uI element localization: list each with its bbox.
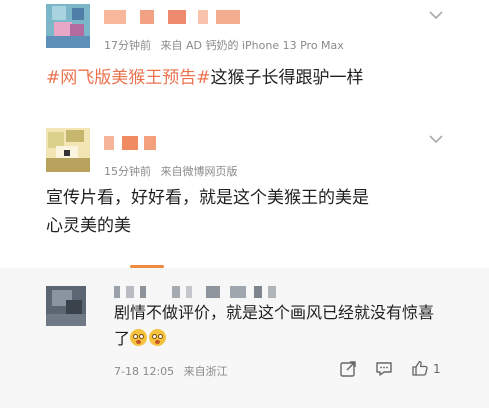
post-location: 来自浙江 bbox=[183, 365, 228, 378]
comment-icon[interactable] bbox=[375, 360, 393, 378]
chevron-down-icon[interactable] bbox=[428, 134, 444, 144]
post-text-line2: 心灵美的美 bbox=[46, 216, 131, 236]
post-time: 15分钟前 bbox=[104, 165, 151, 178]
post-3: 剧情不做评价，就是这个画风已经就没有惊喜 了 7-18 12:05 来自浙江 1 bbox=[0, 268, 489, 408]
post-text-rest: 这猴子长得跟驴一样 bbox=[210, 68, 364, 88]
post-2: 15分钟前 来自微博网页版 宣传片看，好好看，就是这个美猴王的美是 心灵美的美 bbox=[0, 120, 489, 268]
username-blurred[interactable] bbox=[104, 10, 254, 24]
avatar[interactable] bbox=[46, 286, 86, 326]
username-blurred[interactable] bbox=[114, 286, 284, 298]
post-source: 来自微博网页版 bbox=[160, 165, 238, 178]
flushed-face-icon bbox=[130, 329, 148, 346]
post-text: #网飞版美猴王预告#这猴子长得跟驴一样 bbox=[46, 64, 466, 92]
avatar[interactable] bbox=[46, 128, 90, 172]
post-source: 来自 AD 钙奶的 iPhone 13 Pro Max bbox=[160, 39, 344, 52]
like-count: 1 bbox=[433, 362, 441, 376]
chevron-down-icon[interactable] bbox=[428, 10, 444, 20]
post-1: 17分钟前 来自 AD 钙奶的 iPhone 13 Pro Max #网飞版美猴… bbox=[0, 0, 489, 118]
post-text-line1: 剧情不做评价，就是这个画风已经就没有惊喜 bbox=[114, 303, 435, 322]
post-text: 剧情不做评价，就是这个画风已经就没有惊喜 了 bbox=[114, 300, 484, 352]
post-meta: 7-18 12:05 来自浙江 bbox=[114, 363, 228, 379]
username-blurred[interactable] bbox=[104, 136, 164, 150]
thumbs-up-icon[interactable] bbox=[411, 359, 429, 377]
share-icon[interactable] bbox=[339, 360, 357, 378]
avatar[interactable] bbox=[46, 4, 90, 48]
post-text: 宣传片看，好好看，就是这个美猴王的美是 心灵美的美 bbox=[46, 184, 476, 240]
flushed-face-icon bbox=[149, 329, 167, 346]
post-meta: 15分钟前 来自微博网页版 bbox=[104, 163, 238, 179]
post-date: 7-18 12:05 bbox=[114, 365, 175, 378]
post-text-line1: 宣传片看，好好看，就是这个美猴王的美是 bbox=[46, 188, 369, 208]
hashtag-link[interactable]: #网飞版美猴王预告# bbox=[46, 68, 211, 88]
post-text-line2-wrap: 了 bbox=[114, 326, 484, 352]
post-text-line2: 了 bbox=[114, 329, 131, 348]
post-meta: 17分钟前 来自 AD 钙奶的 iPhone 13 Pro Max bbox=[104, 37, 344, 53]
post-time: 17分钟前 bbox=[104, 39, 151, 52]
